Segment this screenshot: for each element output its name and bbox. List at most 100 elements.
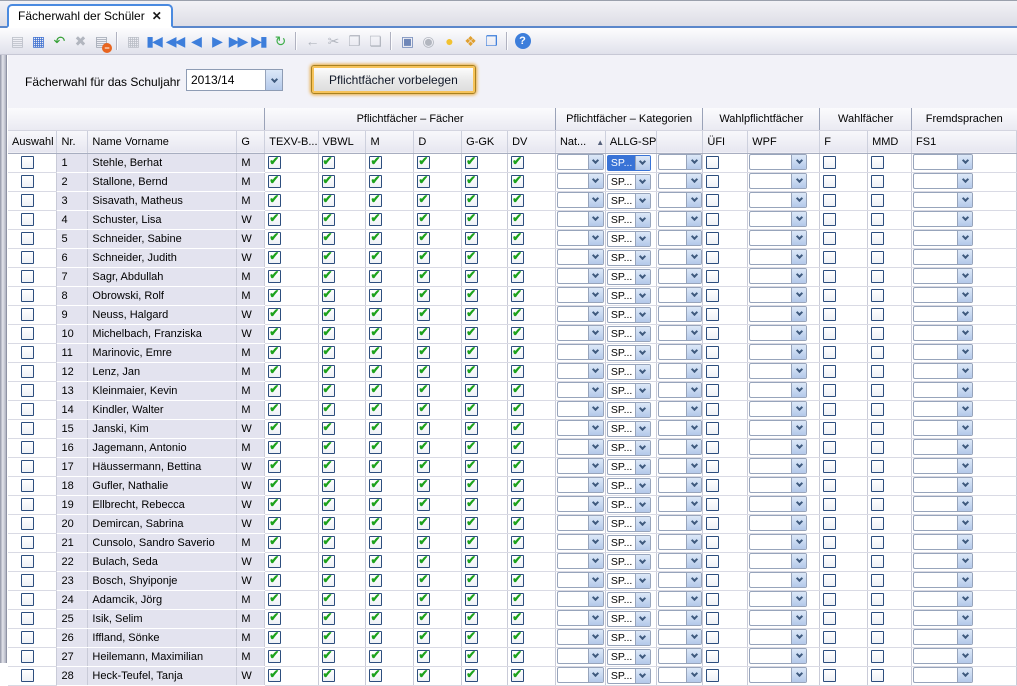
chevron-down-icon[interactable] (957, 174, 972, 188)
f-checkbox[interactable] (823, 327, 836, 340)
wpf-dropdown[interactable] (749, 534, 807, 550)
last-record-icon[interactable]: ▶▮ (248, 31, 269, 52)
allgsp-dropdown[interactable]: SP... (607, 421, 651, 437)
d-checkbox[interactable]: ✔ (417, 384, 430, 397)
f-checkbox[interactable] (823, 612, 836, 625)
chevron-down-icon[interactable] (791, 497, 806, 511)
dv-checkbox[interactable]: ✔ (511, 251, 524, 264)
texv-checkbox[interactable]: ✔ (268, 251, 281, 264)
nat-dropdown[interactable] (557, 629, 604, 645)
d-checkbox[interactable]: ✔ (417, 612, 430, 625)
dv-checkbox[interactable]: ✔ (511, 650, 524, 663)
auswahl-checkbox[interactable] (21, 650, 34, 663)
chevron-down-icon[interactable] (957, 288, 972, 302)
wpf-dropdown[interactable] (749, 344, 807, 360)
chevron-down-icon[interactable] (791, 155, 806, 169)
chevron-down-icon[interactable] (791, 193, 806, 207)
f-checkbox[interactable] (823, 479, 836, 492)
uefi-checkbox[interactable] (706, 270, 719, 283)
column-header-uefi[interactable]: ÜFI (703, 130, 748, 153)
kat3-dropdown[interactable] (658, 192, 702, 208)
fs1-dropdown[interactable] (913, 477, 973, 493)
chevron-down-icon[interactable] (588, 326, 603, 340)
f-checkbox[interactable] (823, 289, 836, 302)
dv-checkbox[interactable]: ✔ (511, 403, 524, 416)
f-checkbox[interactable] (823, 194, 836, 207)
fs1-dropdown[interactable] (913, 363, 973, 379)
m-checkbox[interactable]: ✔ (369, 308, 382, 321)
uefi-checkbox[interactable] (706, 365, 719, 378)
chevron-down-icon[interactable] (635, 555, 650, 569)
m-checkbox[interactable]: ✔ (369, 441, 382, 454)
texv-checkbox[interactable]: ✔ (268, 574, 281, 587)
fast-forward-icon[interactable]: ▶▶ (227, 31, 248, 52)
chevron-down-icon[interactable] (686, 402, 701, 416)
dv-checkbox[interactable]: ✔ (511, 574, 524, 587)
nat-dropdown[interactable] (557, 610, 604, 626)
fs1-dropdown[interactable] (913, 211, 973, 227)
chevron-down-icon[interactable] (791, 611, 806, 625)
chevron-down-icon[interactable] (686, 326, 701, 340)
nat-dropdown[interactable] (557, 420, 604, 436)
chevron-down-icon[interactable] (635, 422, 650, 436)
chevron-down-icon[interactable] (588, 212, 603, 226)
chevron-down-icon[interactable] (957, 630, 972, 644)
f-checkbox[interactable] (823, 213, 836, 226)
chevron-down-icon[interactable] (588, 668, 603, 682)
lightbulb-icon[interactable]: ● (438, 31, 459, 52)
mmd-checkbox[interactable] (871, 650, 884, 663)
allgsp-dropdown[interactable]: SP... (607, 516, 651, 532)
chevron-down-icon[interactable] (791, 668, 806, 682)
nat-dropdown[interactable] (557, 458, 604, 474)
d-checkbox[interactable]: ✔ (417, 346, 430, 359)
kat3-dropdown[interactable] (658, 249, 702, 265)
allgsp-dropdown[interactable]: SP... (607, 269, 651, 285)
chevron-down-icon[interactable] (686, 174, 701, 188)
column-header-m[interactable]: M (366, 130, 414, 153)
uefi-checkbox[interactable] (706, 498, 719, 511)
dv-checkbox[interactable]: ✔ (511, 498, 524, 511)
uefi-checkbox[interactable] (706, 593, 719, 606)
column-header-ggk[interactable]: G-GK (462, 130, 508, 153)
chevron-down-icon[interactable] (791, 174, 806, 188)
save-icon[interactable]: ▦ (27, 31, 48, 52)
uefi-checkbox[interactable] (706, 213, 719, 226)
undo-icon[interactable]: ↶ (48, 31, 69, 52)
chevron-down-icon[interactable] (635, 194, 650, 208)
d-checkbox[interactable]: ✔ (417, 422, 430, 435)
wpf-dropdown[interactable] (749, 401, 807, 417)
auswahl-checkbox[interactable] (21, 194, 34, 207)
texv-checkbox[interactable]: ✔ (268, 669, 281, 682)
nat-dropdown[interactable] (557, 477, 604, 493)
auswahl-checkbox[interactable] (21, 270, 34, 283)
uefi-checkbox[interactable] (706, 289, 719, 302)
auswahl-checkbox[interactable] (21, 175, 34, 188)
texv-checkbox[interactable]: ✔ (268, 593, 281, 606)
chevron-down-icon[interactable] (791, 326, 806, 340)
allgsp-dropdown[interactable]: SP... (607, 345, 651, 361)
tab-faecherwahl[interactable]: Fächerwahl der Schüler ✕ (7, 4, 173, 28)
chevron-down-icon[interactable] (791, 478, 806, 492)
mmd-checkbox[interactable] (871, 555, 884, 568)
fs1-dropdown[interactable] (913, 496, 973, 512)
chevron-down-icon[interactable] (588, 231, 603, 245)
mmd-checkbox[interactable] (871, 612, 884, 625)
chevron-down-icon[interactable] (957, 668, 972, 682)
mmd-checkbox[interactable] (871, 422, 884, 435)
chevron-down-icon[interactable] (791, 383, 806, 397)
dv-checkbox[interactable]: ✔ (511, 460, 524, 473)
f-checkbox[interactable] (823, 308, 836, 321)
kat3-dropdown[interactable] (658, 648, 702, 664)
ggk-checkbox[interactable]: ✔ (465, 403, 478, 416)
nat-dropdown[interactable] (557, 268, 604, 284)
nat-dropdown[interactable] (557, 154, 604, 170)
wpf-dropdown[interactable] (749, 249, 807, 265)
chevron-down-icon[interactable] (588, 307, 603, 321)
f-checkbox[interactable] (823, 555, 836, 568)
uefi-checkbox[interactable] (706, 650, 719, 663)
allgsp-dropdown[interactable]: SP... (607, 155, 651, 171)
chevron-down-icon[interactable] (635, 669, 650, 683)
allgsp-dropdown[interactable]: SP... (607, 573, 651, 589)
auswahl-checkbox[interactable] (21, 251, 34, 264)
wpf-dropdown[interactable] (749, 382, 807, 398)
